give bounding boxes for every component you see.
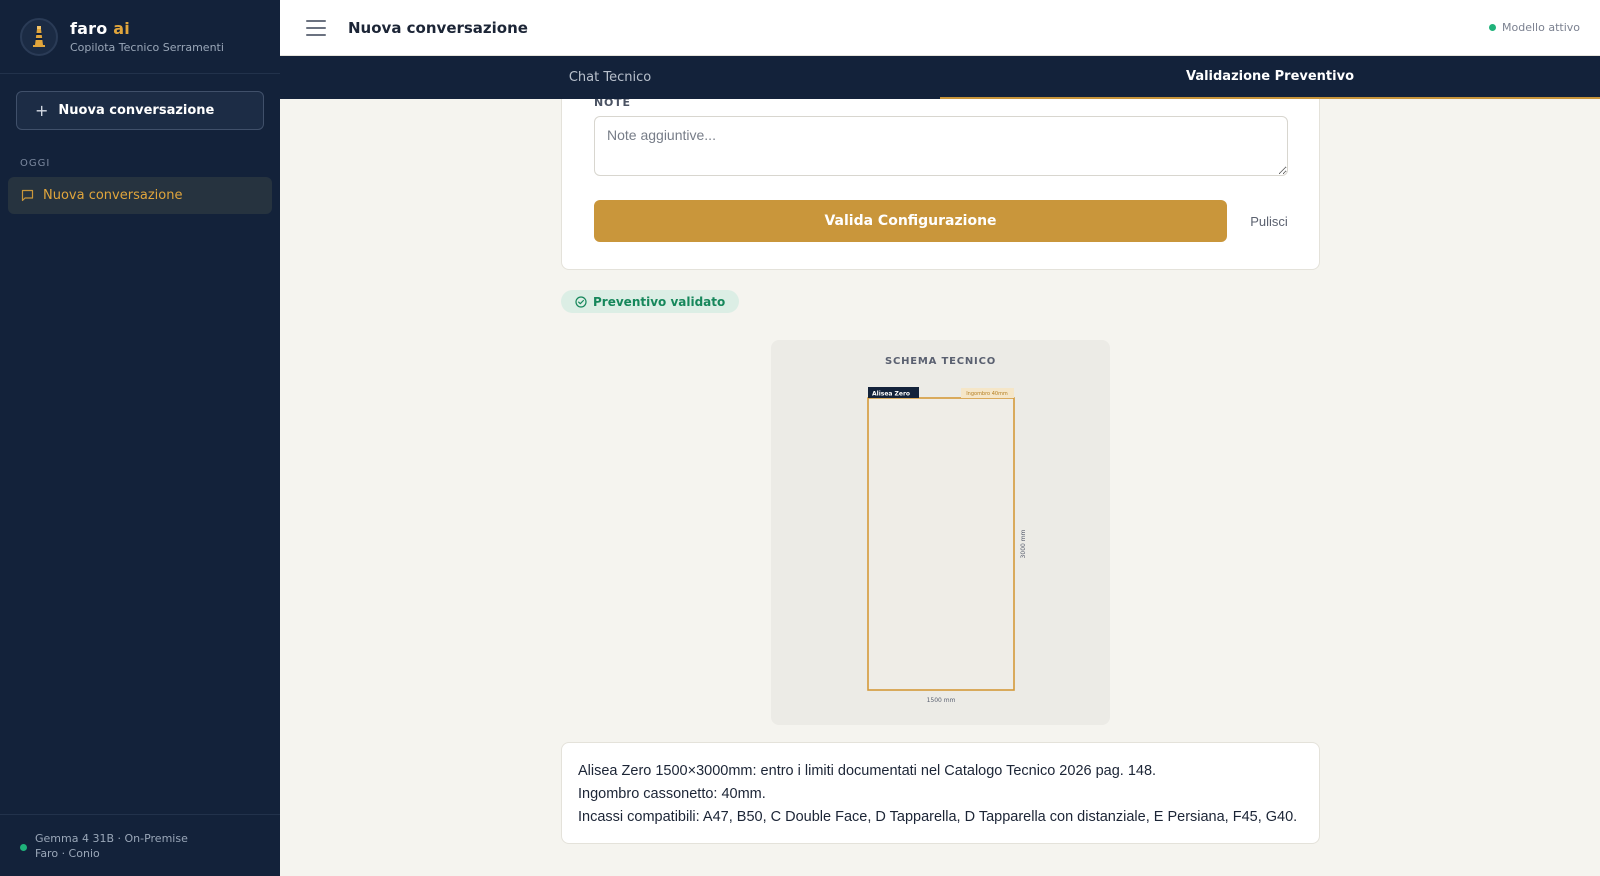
product-tag-label: Alisea Zero <box>872 391 910 398</box>
summary-line-limits: Alisea Zero 1500×3000mm: entro i limiti … <box>578 763 1157 779</box>
tab-chat-tecnico[interactable]: Chat Tecnico <box>280 56 940 99</box>
model-info-footer: Gemma 4 31B · On-Premise Faro · Conio <box>0 814 280 876</box>
summary-line-incassi: Incassi compatibili: A47, B50, C Double … <box>578 809 1298 825</box>
model-status-label: Modello attivo <box>1502 21 1580 34</box>
conversation-item-label: Nuova conversazione <box>43 188 183 203</box>
clear-button[interactable]: Pulisci <box>1239 200 1299 242</box>
hamburger-menu-icon[interactable] <box>306 19 326 36</box>
conversation-item[interactable]: Nuova conversazione <box>8 177 272 214</box>
page-title: Nuova conversazione <box>348 18 528 37</box>
model-status: Modello attivo <box>1489 21 1580 34</box>
validation-form-card: NOTE Valida Configurazione Pulisci <box>561 80 1320 270</box>
status-dot-icon <box>1489 24 1497 31</box>
validated-status-label: Preventivo validato <box>593 294 726 309</box>
online-status-dot <box>20 844 27 851</box>
validated-status-badge: Preventivo validato <box>561 290 740 313</box>
schema-title: SCHEMA TECNICO <box>884 356 997 367</box>
brand-accent: ai <box>113 19 130 38</box>
schema-drawing: Alisea Zero Ingombro 40mm 1500 mm 3000 m… <box>867 387 1027 704</box>
top-header: Nuova conversazione Modello attivo <box>280 0 1600 56</box>
technical-schema-card: Alisea Zero Ingombro 40mm 1500 mm 3000 m… <box>771 340 1110 725</box>
chat-bubble-icon <box>21 189 34 202</box>
lighthouse-logo-icon <box>20 17 58 56</box>
tab-validazione-preventivo[interactable]: Validazione Preventivo <box>940 56 1600 99</box>
new-conversation-label: Nuova conversazione <box>58 103 215 118</box>
validate-configuration-button[interactable]: Valida Configurazione <box>594 200 1227 242</box>
brand-header: faro ai Copilota Tecnico Serramenti <box>0 0 280 74</box>
tab-bar: Chat Tecnico Validazione Preventivo <box>280 56 1600 99</box>
check-circle-icon <box>575 295 587 308</box>
window-frame <box>867 397 1015 691</box>
brand-subtitle: Copilota Tecnico Serramenti <box>70 41 224 54</box>
new-conversation-button[interactable]: + Nuova conversazione <box>16 91 264 130</box>
summary-line-ingombro: Ingombro cassonetto: 40mm. <box>578 786 766 802</box>
brand-name: faro ai <box>70 19 130 38</box>
width-dimension-label: 1500 mm <box>927 697 956 704</box>
model-name: Gemma 4 31B · On-Premise <box>35 832 188 845</box>
note-textarea[interactable] <box>594 116 1288 176</box>
validation-summary-card: Alisea Zero 1500×3000mm: entro i limiti … <box>561 742 1320 844</box>
deployment-name: Faro · Conio <box>35 847 100 860</box>
ingombro-tag-label: Ingombro 40mm <box>966 391 1008 397</box>
sidebar: faro ai Copilota Tecnico Serramenti + Nu… <box>0 0 280 876</box>
section-label-today: OGGI <box>20 158 51 169</box>
plus-icon: + <box>35 101 49 120</box>
height-dimension-label: 3000 mm <box>1020 529 1027 558</box>
